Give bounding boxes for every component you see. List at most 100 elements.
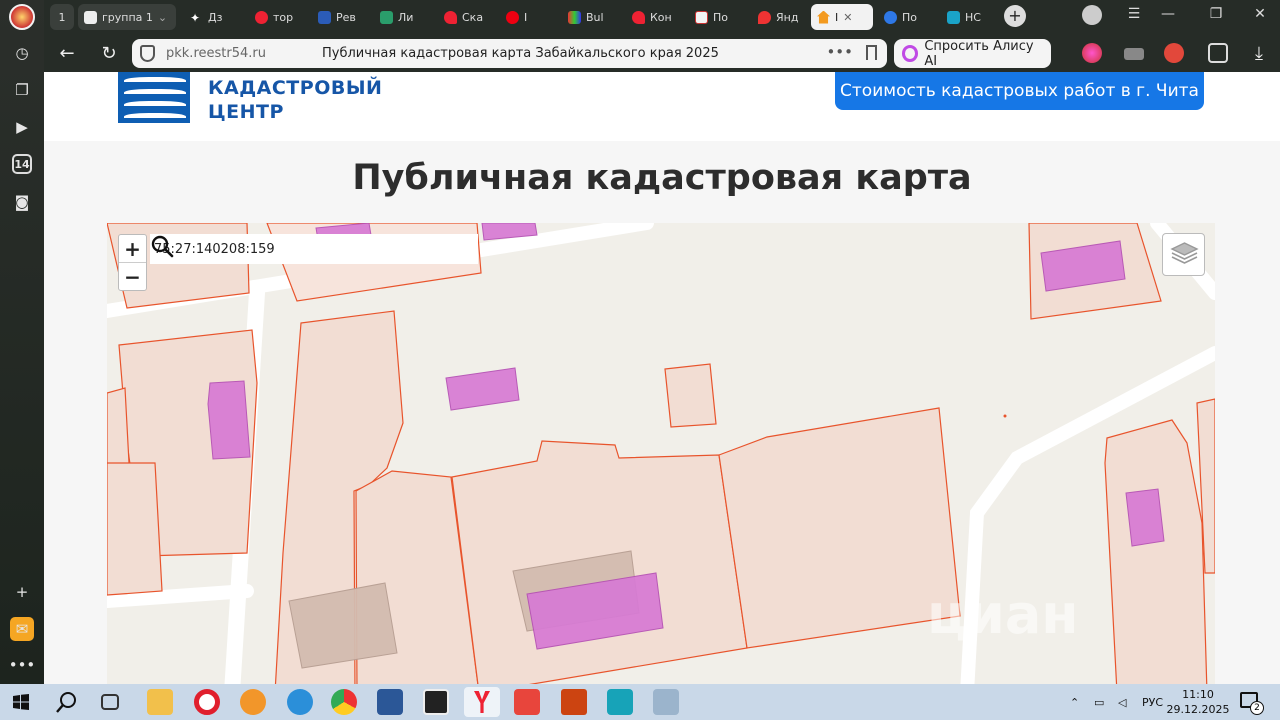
ask-alice-button[interactable]: Спросить Алису AI	[894, 39, 1051, 69]
more-icon[interactable]: •••	[9, 653, 36, 677]
tab-item[interactable]: По	[878, 4, 930, 30]
more-options-icon[interactable]: •••	[826, 43, 853, 61]
logo-text[interactable]: КАДАСТРОВЫЙ ЦЕНТР	[208, 76, 382, 124]
minimize-icon[interactable]: —	[1156, 6, 1180, 22]
close-window-icon[interactable]: ✕	[1248, 6, 1272, 22]
sparkle-icon: ✦	[190, 10, 201, 25]
map-flag-icon	[380, 10, 393, 24]
heart-icon	[632, 10, 645, 24]
extension-icon[interactable]	[1082, 43, 1102, 63]
address-bar[interactable]: pkk.reestr54.ru Публичная кадастровая ка…	[132, 39, 887, 68]
download-icon[interactable]: ⤓	[1247, 41, 1271, 65]
close-icon[interactable]: ✕	[843, 11, 852, 24]
speaker-icon	[84, 10, 97, 24]
cadastral-number-input[interactable]	[150, 234, 440, 264]
tab-item[interactable]: I	[500, 4, 552, 30]
doc-icon	[695, 10, 708, 24]
layers-icon	[1170, 242, 1199, 264]
extension-icon[interactable]	[1124, 48, 1144, 60]
address-page-title: Публичная кадастровая карта Забайкальско…	[322, 46, 719, 61]
bookmark-icon[interactable]	[866, 45, 877, 60]
tab-counter-label: 1	[58, 10, 66, 24]
search-app-icon[interactable]	[240, 689, 266, 715]
windows-taskbar: ⌃ ▭ ◁ РУС 11:10 29.12.2025 2	[0, 684, 1280, 720]
tab-item[interactable]: Ска	[438, 4, 490, 30]
tab-label: Кон	[650, 10, 672, 24]
tab-item[interactable]: ✦ Дз	[184, 4, 236, 30]
tab-active[interactable]: I ✕	[811, 4, 873, 30]
app-icon[interactable]	[653, 689, 679, 715]
network-icon[interactable]: ▭	[1094, 696, 1110, 709]
heart-icon	[444, 10, 457, 24]
tab-item[interactable]: По	[689, 4, 741, 30]
tab-item[interactable]: Bul	[562, 4, 614, 30]
calendar-icon[interactable]: 14	[12, 154, 32, 174]
page-title: Публичная кадастровая карта	[352, 158, 972, 198]
home-icon	[817, 10, 830, 24]
volume-icon[interactable]: ◁	[1118, 696, 1132, 709]
add-panel-icon[interactable]: +	[10, 580, 34, 604]
opera-icon[interactable]	[194, 689, 220, 715]
screenshot-icon[interactable]: ◙	[10, 190, 34, 214]
yandex-browser-icon[interactable]	[464, 687, 500, 717]
zoom-control: + −	[118, 234, 147, 291]
cadastral-map[interactable]: + − циан	[107, 223, 1215, 684]
tab-item[interactable]: НС	[941, 4, 997, 30]
collections-icon[interactable]: ❐	[10, 78, 34, 102]
back-button[interactable]: ←	[55, 41, 79, 65]
anydesk-icon[interactable]	[514, 689, 540, 715]
pdf-reader-icon[interactable]	[561, 689, 587, 715]
extension-icon[interactable]	[1164, 43, 1184, 63]
tab-group[interactable]: группа 1 ⌄	[78, 4, 176, 30]
history-icon[interactable]: ◷	[10, 41, 34, 65]
logo-icon[interactable]	[118, 72, 190, 123]
chevron-up-icon[interactable]: ⌃	[1070, 696, 1084, 709]
7zip-icon[interactable]	[423, 689, 449, 715]
menu-icon[interactable]: ☰	[1122, 6, 1146, 22]
tab-item[interactable]: Рев	[312, 4, 364, 30]
reload-button[interactable]: ↻	[97, 41, 121, 65]
restore-icon[interactable]: ❐	[1204, 6, 1228, 22]
tab-item[interactable]: Кон	[626, 4, 678, 30]
pricing-button[interactable]: Стоимость кадастровых работ в г. Чита	[835, 72, 1204, 110]
file-explorer-icon[interactable]	[147, 689, 173, 715]
media-player-icon[interactable]: ▶	[10, 115, 34, 139]
logo-line-2: ЦЕНТР	[208, 101, 284, 123]
internet-explorer-icon[interactable]	[287, 689, 313, 715]
task-view-icon[interactable]	[101, 694, 119, 710]
browser-toolbar: ← ↻ pkk.reestr54.ru Публичная кадастрова…	[44, 34, 1280, 72]
parcel	[664, 363, 717, 428]
extension-avatar-icon[interactable]	[1082, 5, 1102, 25]
tab-label: Рев	[336, 10, 356, 24]
app-icon[interactable]	[607, 689, 633, 715]
search-icon[interactable]	[150, 234, 174, 258]
new-tab-button[interactable]: +	[1004, 5, 1026, 27]
point-marker	[1003, 414, 1007, 418]
tab-item[interactable]: тор	[249, 4, 301, 30]
tab-item[interactable]: Янд	[752, 4, 804, 30]
word-icon[interactable]	[377, 689, 403, 715]
clock[interactable]: 11:10 29.12.2025	[1166, 687, 1230, 717]
extensions-icon[interactable]	[1208, 43, 1228, 63]
tab-counter[interactable]: 1	[50, 4, 74, 30]
profile-avatar-icon[interactable]	[9, 4, 35, 30]
zoom-in-button[interactable]: +	[119, 235, 146, 263]
youtube-icon	[506, 10, 519, 24]
building	[445, 367, 520, 411]
tab-label: По	[902, 10, 918, 24]
zoom-out-button[interactable]: −	[119, 263, 146, 291]
alice-icon	[902, 45, 919, 62]
chrome-icon[interactable]	[331, 689, 357, 715]
mail-app-icon[interactable]: ✉	[10, 617, 34, 641]
tab-item[interactable]: Ли	[374, 4, 426, 30]
search-icon[interactable]	[56, 691, 78, 713]
parcel	[107, 462, 163, 596]
site-header: КАДАСТРОВЫЙ ЦЕНТР Стоимость кадастровых …	[44, 72, 1280, 141]
ns-icon	[947, 10, 960, 24]
building	[207, 380, 251, 460]
shield-icon[interactable]	[140, 45, 155, 62]
language-indicator[interactable]: РУС	[1142, 696, 1163, 709]
windows-start-icon[interactable]	[13, 694, 29, 710]
tab-label: Дз	[208, 10, 223, 24]
layers-button[interactable]	[1162, 233, 1205, 276]
